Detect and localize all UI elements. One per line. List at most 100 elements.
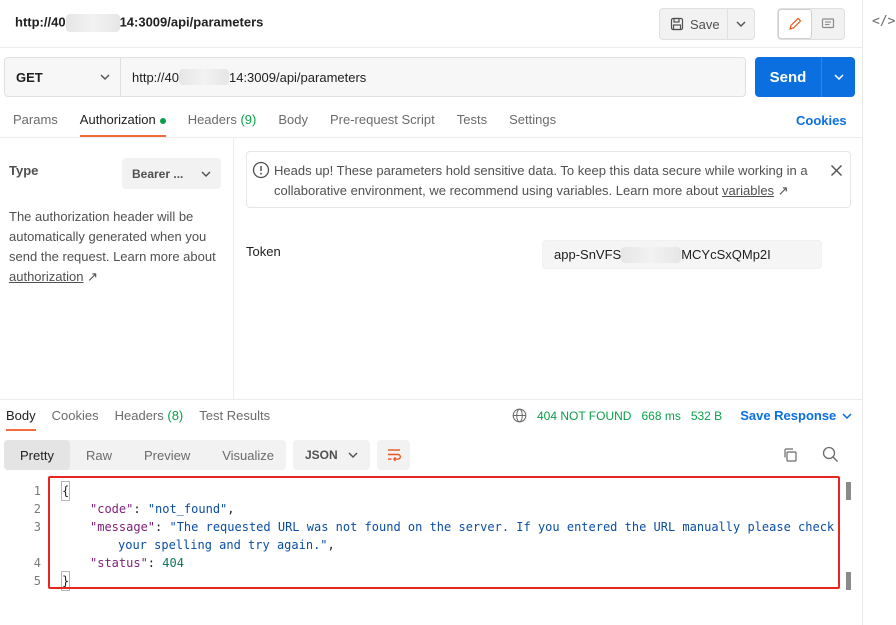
scrollbar-thumb[interactable]: [846, 572, 851, 590]
sensitive-data-alert: Heads up! These parameters hold sensitiv…: [246, 151, 851, 208]
alert-message: Heads up! These parameters hold sensitiv…: [274, 161, 814, 201]
auth-description: The authorization header will be automat…: [9, 207, 219, 287]
url-suffix: 14:3009/api/parameters: [228, 69, 367, 85]
token-suffix: MCYcSxQMp2I: [681, 247, 771, 262]
tab-label: Body: [278, 112, 308, 127]
copy-icon[interactable]: [782, 447, 798, 463]
header-divider: [0, 47, 862, 48]
line-number: 2: [33, 502, 41, 516]
response-tab-cookies[interactable]: Cookies: [52, 408, 99, 431]
auth-description-text: The authorization header will be automat…: [9, 209, 216, 264]
line-number: 3: [33, 520, 41, 534]
response-tab-headers[interactable]: Headers (8): [115, 408, 184, 431]
send-button-group[interactable]: Send: [755, 57, 855, 97]
redacted-blur: [621, 246, 682, 263]
url-input[interactable]: http://40 14:3009/api/parameters: [121, 58, 366, 96]
response-tab-body[interactable]: Body: [6, 408, 36, 431]
external-link-icon: ↗: [777, 183, 789, 198]
tab-body[interactable]: Body: [278, 112, 308, 137]
url-prefix: http://40: [132, 69, 179, 85]
tab-params[interactable]: Params: [13, 112, 58, 137]
tab-label: Params: [13, 112, 58, 127]
tab-tests[interactable]: Tests: [457, 112, 487, 137]
chevron-down-icon: [736, 21, 746, 27]
info-icon: [252, 161, 270, 179]
pencil-icon: [789, 17, 802, 30]
send-button[interactable]: Send: [755, 57, 822, 97]
external-link-icon: ↗: [87, 269, 98, 284]
save-button-group[interactable]: Save: [659, 8, 755, 40]
send-options-button[interactable]: [822, 57, 855, 97]
right-rail-divider: [862, 0, 863, 625]
tab-pre-request-script[interactable]: Pre-request Script: [330, 112, 435, 137]
wrap-lines-button[interactable]: [377, 440, 410, 470]
request-tabs: Params Authorization Headers (9) Body Pr…: [13, 112, 578, 137]
token-input[interactable]: app-SnVFS MCYcSxQMp2I: [542, 240, 822, 269]
chevron-down-icon: [348, 452, 358, 458]
token-prefix: app-SnVFS: [554, 247, 622, 262]
tab-headers[interactable]: Headers (9): [188, 112, 257, 137]
save-button[interactable]: Save: [660, 9, 728, 39]
method-select[interactable]: GET: [5, 58, 121, 96]
response-format-modes: Pretty Raw Preview Visualize: [4, 440, 286, 470]
tabs-divider: [0, 137, 862, 138]
auth-type-value: Bearer ...: [132, 166, 184, 181]
close-icon[interactable]: [830, 164, 843, 177]
code-snippet-icon[interactable]: </>: [872, 14, 895, 29]
response-body-editor[interactable]: 1 2 3 4 5 { "code": "not_found", "messag…: [0, 476, 862, 625]
save-response-label: Save Response: [740, 408, 837, 423]
chevron-down-icon: [100, 74, 110, 80]
request-title-prefix: http://40: [15, 14, 66, 30]
authorization-docs-link[interactable]: authorization: [9, 269, 83, 284]
search-icon[interactable]: [822, 446, 839, 463]
request-title-suffix: 14:3009/api/parameters: [119, 14, 264, 30]
tab-settings[interactable]: Settings: [509, 112, 556, 137]
auth-panel-divider: [233, 138, 234, 400]
format-pretty[interactable]: Pretty: [4, 440, 70, 470]
tab-label: Settings: [509, 112, 557, 127]
redacted-blur: [65, 14, 120, 32]
edit-mode-button[interactable]: [778, 9, 812, 39]
status-code[interactable]: 404 NOT FOUND: [537, 409, 631, 423]
documentation-mode-button[interactable]: [812, 9, 844, 39]
cookies-link[interactable]: Cookies: [796, 113, 847, 128]
active-indicator-dot: [159, 117, 166, 124]
save-icon: [670, 17, 684, 31]
view-mode-toggle[interactable]: [777, 8, 845, 40]
response-tabs: Body Cookies Headers (8) Test Results: [6, 408, 286, 431]
auth-type-select[interactable]: Bearer ...: [122, 158, 221, 189]
response-divider: [0, 399, 862, 400]
tab-label: Body: [6, 408, 36, 423]
chevron-down-icon: [833, 74, 844, 80]
tab-label: Cookies: [51, 408, 99, 423]
tab-label: Authorization: [79, 112, 156, 127]
format-visualize[interactable]: Visualize: [206, 440, 290, 470]
format-raw[interactable]: Raw: [70, 440, 128, 470]
format-preview[interactable]: Preview: [128, 440, 206, 470]
globe-icon[interactable]: [512, 408, 527, 423]
save-options-button[interactable]: [728, 21, 754, 27]
variables-link[interactable]: variables: [722, 183, 774, 198]
tab-count: (8): [167, 408, 184, 423]
save-label: Save: [690, 16, 720, 32]
tab-authorization[interactable]: Authorization: [79, 112, 166, 137]
response-time[interactable]: 668 ms: [641, 409, 680, 423]
red-highlight-annotation: [48, 476, 840, 589]
language-label: JSON: [305, 448, 338, 462]
response-size[interactable]: 532 B: [691, 409, 722, 423]
line-number: 5: [33, 574, 41, 588]
save-response-button[interactable]: Save Response: [740, 408, 852, 423]
method-label: GET: [16, 69, 43, 85]
response-tab-test-results[interactable]: Test Results: [199, 408, 270, 431]
tab-count: (9): [240, 112, 257, 127]
chevron-down-icon: [201, 171, 211, 177]
chevron-down-icon: [842, 412, 852, 419]
token-label: Token: [246, 244, 281, 259]
wrap-lines-icon: [387, 449, 401, 462]
tab-label: Pre-request Script: [329, 112, 435, 127]
line-number: 4: [33, 556, 41, 570]
scrollbar-thumb[interactable]: [846, 482, 851, 500]
request-title[interactable]: http://40 14:3009/api/parameters: [15, 14, 263, 32]
language-select[interactable]: JSON: [293, 440, 370, 470]
response-status: 404 NOT FOUND 668 ms 532 B Save Response: [512, 408, 852, 423]
